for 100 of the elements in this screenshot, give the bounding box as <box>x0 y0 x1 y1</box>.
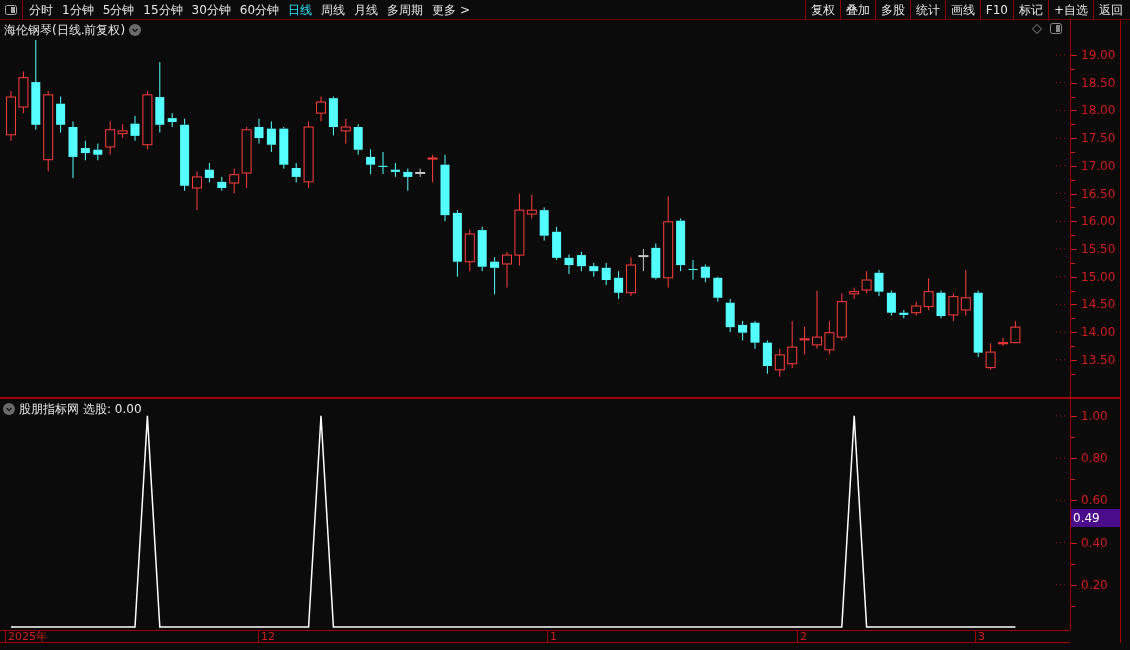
candlestick <box>874 269 884 297</box>
axis-label: 14.00 <box>1081 325 1116 340</box>
candlestick <box>626 256 636 297</box>
candlestick <box>452 209 462 278</box>
candlestick <box>254 118 264 145</box>
candlestick <box>886 290 896 316</box>
candlestick <box>651 242 661 280</box>
axis-label: 17.00 <box>1081 158 1116 173</box>
toolbar-button[interactable]: 返回 <box>1093 0 1128 20</box>
candlestick <box>266 120 276 153</box>
candlestick <box>589 262 599 278</box>
candlestick <box>68 120 78 179</box>
candlestick <box>56 96 66 134</box>
candlestick <box>564 254 574 275</box>
axis-label: 0.60 <box>1081 493 1108 508</box>
candlestick <box>936 290 946 319</box>
candlestick <box>378 151 388 175</box>
axis-label: 13.50 <box>1081 352 1116 367</box>
period-tab[interactable]: 60分钟 <box>239 0 280 19</box>
toolbar-button[interactable]: 画线 <box>944 0 980 20</box>
candlestick <box>973 290 983 358</box>
period-tab[interactable]: 15分钟 <box>143 0 183 19</box>
cursor-value-label: 0.49 <box>1071 509 1120 527</box>
candlestick <box>167 112 177 128</box>
candlestick <box>204 162 214 183</box>
candlestick <box>279 126 289 170</box>
candlestick <box>18 71 29 114</box>
period-tab[interactable]: 周线 <box>321 0 346 19</box>
axis-label: 16.00 <box>1081 214 1116 229</box>
period-tab[interactable]: 月线 <box>354 0 379 19</box>
chart-title: 海伦钢琴(日线.前复权) <box>4 22 126 39</box>
candlestick <box>130 115 140 142</box>
period-tab[interactable]: 日线 <box>288 0 313 19</box>
period-tab[interactable]: 30分钟 <box>191 0 231 19</box>
candlestick <box>614 270 624 300</box>
period-tab[interactable]: 多周期 <box>387 0 424 19</box>
candlestick <box>303 120 314 189</box>
candlestick <box>638 248 649 272</box>
candlestick <box>6 90 16 142</box>
axis-label: 14.50 <box>1081 297 1116 312</box>
diamond-icon[interactable] <box>1032 23 1042 34</box>
axis-label: 0.40 <box>1081 535 1108 550</box>
period-tab[interactable]: 1分钟 <box>62 0 94 19</box>
candlestick <box>316 96 326 122</box>
axis-label: 18.50 <box>1081 75 1116 90</box>
candlestick <box>464 229 475 272</box>
candlestick <box>998 337 1008 347</box>
date-axis-label: 2 <box>797 631 807 643</box>
period-tab[interactable]: 更多 > <box>432 0 470 19</box>
chevron-down-icon[interactable] <box>129 24 142 36</box>
candlestick <box>142 90 153 150</box>
candlestick <box>750 320 760 350</box>
axis-label: 0.80 <box>1081 451 1108 466</box>
candlestick <box>774 348 785 377</box>
candlestick <box>93 143 103 161</box>
candlestick <box>440 154 450 222</box>
candlestick <box>738 320 748 341</box>
candlestick <box>390 162 400 178</box>
date-axis-label: 1 <box>547 631 557 643</box>
candlestick <box>328 96 338 136</box>
axis-label: 18.00 <box>1081 103 1116 118</box>
candlestick <box>899 309 909 319</box>
candlestick <box>192 170 202 211</box>
date-axis-label: 3 <box>975 631 985 643</box>
chevron-down-icon[interactable] <box>3 403 15 415</box>
candlestick <box>403 168 413 192</box>
candlestick <box>676 218 686 272</box>
panel-toggle-icon[interactable] <box>1050 23 1062 34</box>
toolbar-button[interactable]: 叠加 <box>839 0 875 20</box>
candlestick <box>762 339 772 375</box>
candlestick <box>985 342 996 371</box>
candlestick <box>490 256 500 295</box>
candlestick <box>80 140 90 161</box>
period-tab[interactable]: 5分钟 <box>102 0 135 19</box>
period-tab[interactable]: 分时 <box>29 0 53 19</box>
candlestick <box>1010 320 1021 344</box>
toolbar-button[interactable]: 统计 <box>909 0 945 20</box>
toolbar-button[interactable]: 复权 <box>804 0 840 20</box>
panel-toggle-icon[interactable] <box>5 4 17 15</box>
axis-label: 15.50 <box>1081 241 1116 256</box>
candlestick <box>812 290 822 350</box>
date-axis-label: 2025年 <box>5 631 47 643</box>
candlestick <box>576 251 586 272</box>
axis-label: 15.00 <box>1081 269 1116 284</box>
candlestick <box>601 262 611 286</box>
candlestick <box>539 206 549 242</box>
toolbar-button[interactable]: F10 <box>979 0 1013 20</box>
toolbar-button[interactable]: 多股 <box>874 0 910 20</box>
candlestick <box>700 264 710 283</box>
candlestick <box>713 276 723 303</box>
candlestick <box>552 226 562 261</box>
toolbar-button[interactable]: 标记 <box>1012 0 1048 20</box>
candlestick <box>836 292 847 341</box>
candlestick <box>353 123 363 156</box>
candlestick <box>366 148 376 175</box>
candlestick <box>340 118 351 145</box>
axis-label: 16.50 <box>1081 186 1116 201</box>
candlestick <box>217 176 227 192</box>
indicator-value: 选股: 0.00 <box>83 401 142 418</box>
toolbar-button[interactable]: +自选 <box>1047 0 1093 20</box>
